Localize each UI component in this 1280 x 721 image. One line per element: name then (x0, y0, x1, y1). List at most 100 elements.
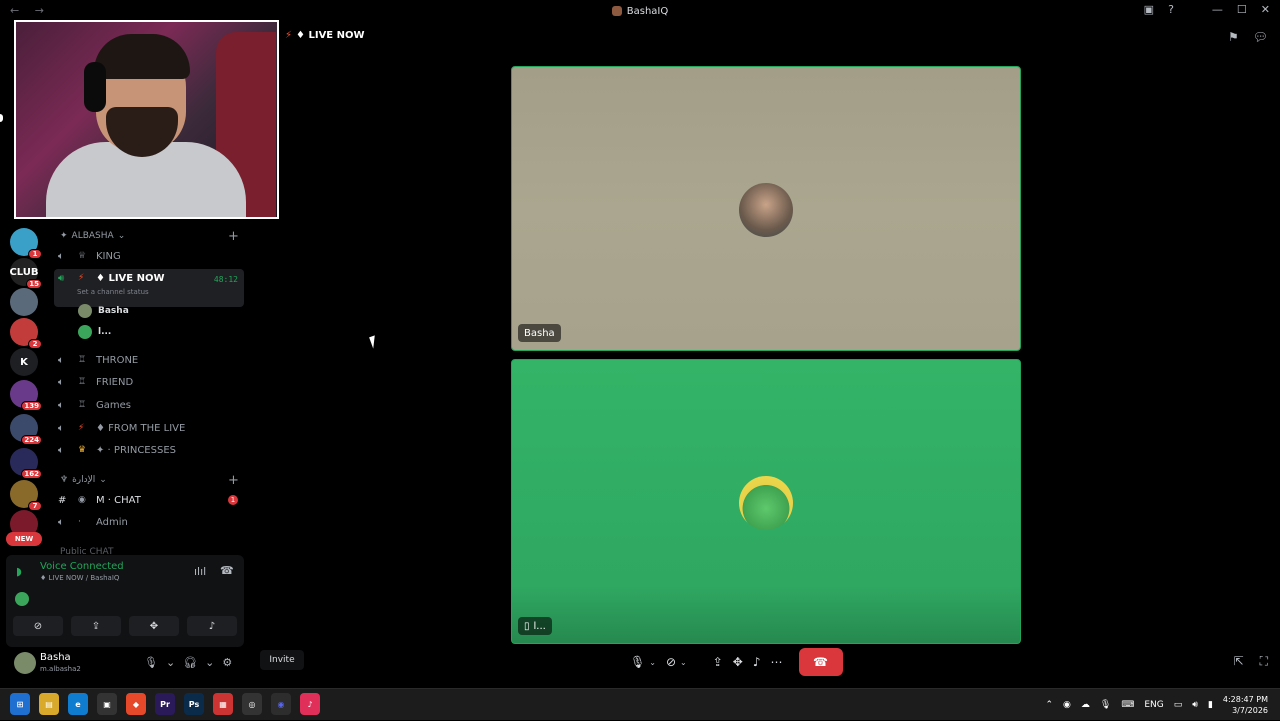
noise-suppression-icon[interactable]: ılıl (194, 565, 206, 578)
member-basha[interactable]: Basha (78, 302, 129, 320)
server-icon-4[interactable]: 2 (10, 318, 42, 349)
camera-off-icon[interactable]: ⊘ (666, 655, 676, 669)
file-explorer-icon[interactable]: ▤ (39, 693, 59, 715)
bolt-icon: ⚡ (78, 273, 85, 283)
tile-label: Basha (518, 324, 561, 342)
windows-start-icon[interactable]: ⊞ (10, 693, 30, 715)
server-icon-5[interactable]: K (10, 348, 38, 376)
app-icon[interactable]: ▦ (213, 693, 233, 715)
camera-off-button[interactable]: ⊘ (13, 616, 63, 636)
chevron-down-icon[interactable]: ⌄ (680, 658, 687, 667)
window-title: BashaIQ (626, 5, 669, 17)
battery-icon[interactable]: ▮ (1208, 700, 1213, 710)
signal-icon[interactable]: ◗ (16, 565, 22, 578)
channel-throne[interactable]: 🔈︎ ♖ THRONE (54, 350, 244, 370)
close-button[interactable]: ✕ (1261, 3, 1270, 16)
user-panel: Basha m.albasha2 🎙︎ ⌄ 🎧︎ ⌄ ⚙ (6, 648, 244, 680)
microphone-icon[interactable]: 🎙︎ (144, 656, 158, 669)
chevron-down-icon[interactable]: ⌄ (649, 658, 656, 667)
server-icon-1[interactable]: 1 (10, 228, 42, 259)
add-channel-icon[interactable]: + (228, 229, 239, 244)
channel-king[interactable]: 🔈︎ ♕ KING (54, 246, 244, 266)
mention-badge: 1 (28, 249, 42, 259)
activities-icon[interactable]: ✥ (733, 655, 743, 669)
mention-badge: 224 (21, 435, 42, 445)
video-tile-basha[interactable]: Basha (511, 66, 1021, 351)
chevron-down-icon[interactable]: ⌄ (166, 656, 175, 669)
headphones-icon[interactable]: 🎧︎ (183, 656, 197, 669)
voice-status-subtitle[interactable]: ♦ LIVE NOW / BashaIQ (40, 574, 119, 582)
video-tile-2[interactable]: ▯ l... (511, 359, 1021, 644)
hang-up-button[interactable]: ☎ (798, 648, 843, 676)
soundboard-button[interactable]: ♪ (187, 616, 237, 636)
avatar[interactable] (14, 652, 36, 674)
chevron-down-icon: ⌄ (99, 475, 107, 485)
invite-button[interactable]: Invite (260, 650, 304, 670)
disconnect-icon[interactable]: ☎ (220, 564, 234, 577)
server-icon-3[interactable] (10, 288, 38, 316)
taskbar-apps: ⊞ ▤ e ▣ ◆ Pr Ps ▦ ◎ ◉ ♪ (10, 693, 320, 715)
username[interactable]: Basha (40, 652, 71, 663)
steam-icon[interactable]: ◎ (242, 693, 262, 715)
voice-status-title[interactable]: Voice Connected (40, 561, 124, 572)
more-icon[interactable]: ⋯ (771, 655, 783, 669)
mobile-icon: ▯ (524, 620, 530, 632)
minimize-button[interactable]: — (1212, 3, 1223, 16)
server-icon-7[interactable]: 224 (10, 414, 42, 445)
network-icon[interactable]: ▭ (1174, 700, 1183, 710)
server-icon-2[interactable]: CLUB 15 (9, 258, 42, 289)
taskbar: ⊞ ▤ e ▣ ◆ Pr Ps ▦ ◎ ◉ ♪ ⌃ ◉ ☁ 🎙︎ ⌨ ENG ▭… (0, 688, 1280, 720)
category-admin[interactable]: ♆ الإدارة ⌄ (60, 475, 107, 485)
chevron-up-icon[interactable]: ⌃ (1046, 700, 1054, 710)
discord-icon[interactable]: ◉ (271, 693, 291, 715)
tray-app-icon[interactable]: ◉ (1063, 700, 1071, 710)
avatar (78, 325, 92, 339)
channel-m-chat[interactable]: # ◉ M · CHAT 1 (54, 490, 244, 510)
chat-bubble-icon[interactable]: 💬︎ (1253, 30, 1268, 44)
tiktok-icon[interactable]: ♪ (300, 693, 320, 715)
system-tray: ⌃ ◉ ☁ 🎙︎ ⌨ ENG ▭ 🔊︎ ▮ 4:28:47 PM 3/7/202… (1046, 689, 1269, 721)
call-timer: 48:12 (213, 275, 238, 284)
channel-admin[interactable]: 🔈︎ · Admin (54, 512, 244, 532)
channel-games[interactable]: 🔈︎ ♖ Games (54, 395, 244, 415)
chevron-down-icon[interactable]: ⌄ (205, 656, 214, 669)
premiere-icon[interactable]: Pr (155, 693, 175, 715)
channel-from-the-live[interactable]: 🔈︎ ⚡ ♦ FROM THE LIVE (54, 418, 244, 438)
soundboard-icon[interactable]: ♪ (753, 655, 761, 669)
server-icon-9[interactable]: 7 (10, 480, 42, 511)
photoshop-icon[interactable]: Ps (184, 693, 204, 715)
cloud-icon[interactable]: ☁ (1081, 700, 1090, 710)
edge-icon[interactable]: e (68, 693, 88, 715)
microphone-icon[interactable]: 🎙︎ (1100, 700, 1111, 710)
bookmark-icon[interactable]: ⚑ (1228, 30, 1239, 44)
member-2[interactable]: l... (78, 323, 111, 341)
screen-icon[interactable]: ▣ (1144, 3, 1154, 16)
server-icon-8[interactable]: 162 (10, 448, 42, 479)
channel-friend[interactable]: 🔈︎ ♖ FRIEND (54, 372, 244, 392)
clock[interactable]: 4:28:47 PM 3/7/2026 (1223, 694, 1268, 716)
speaker-icon: 🔈︎ (58, 516, 64, 528)
language-indicator[interactable]: ENG (1144, 700, 1163, 710)
screen-share-icon[interactable]: ⇪ (713, 655, 723, 669)
store-icon[interactable]: ▣ (97, 693, 117, 715)
screen-share-button[interactable]: ⇪ (71, 616, 121, 636)
help-icon[interactable]: ? (1168, 3, 1174, 16)
activities-button[interactable]: ✥ (129, 616, 179, 636)
gear-icon[interactable]: ⚙ (222, 656, 232, 669)
selected-pill (0, 114, 3, 122)
stage-bottom-actions: ⇱ ⛶ (1234, 654, 1268, 669)
keyboard-icon[interactable]: ⌨ (1121, 700, 1134, 710)
channel-status[interactable]: Set a channel status (77, 288, 149, 296)
tile-label: ▯ l... (518, 617, 552, 635)
maximize-button[interactable]: ☐ (1237, 3, 1247, 16)
volume-icon[interactable]: 🔊︎ (1192, 700, 1198, 710)
add-channel-icon[interactable]: + (228, 473, 239, 488)
fullscreen-icon[interactable]: ⛶ (1260, 654, 1268, 669)
server-icon-6[interactable]: 139 (10, 380, 42, 411)
popout-icon[interactable]: ⇱ (1234, 654, 1244, 669)
category-albasha[interactable]: ✦ ALBASHA ⌄ (60, 231, 125, 241)
channel-princesses[interactable]: 🔈︎ ♛ ✦ · PRINCESSES (54, 440, 244, 460)
microphone-icon[interactable]: 🎙︎ (630, 655, 645, 669)
activity-avatar[interactable] (15, 592, 29, 606)
brave-icon[interactable]: ◆ (126, 693, 146, 715)
